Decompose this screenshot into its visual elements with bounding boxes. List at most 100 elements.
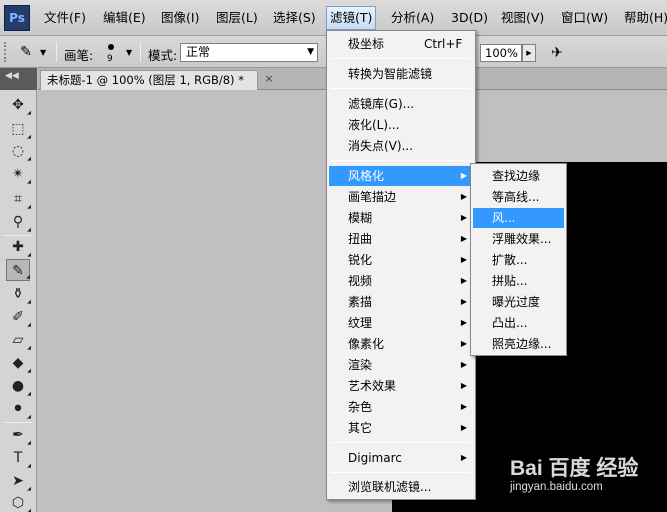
chevron-down-icon: ▼ xyxy=(307,47,314,57)
menu-item-convert-smart-filter[interactable]: 转换为智能滤镜 xyxy=(329,64,473,84)
menu-help[interactable]: 帮助(H) xyxy=(621,7,667,29)
menu-item-label: Digimarc xyxy=(348,451,402,465)
submenu-arrow-icon: ▶ xyxy=(460,360,467,369)
menu-item-other[interactable]: 其它 ▶ xyxy=(329,418,473,438)
pen-tool-icon[interactable]: ✒ ◢ xyxy=(6,424,31,446)
menu-analysis[interactable]: 分析(A) xyxy=(388,7,437,29)
menu-item-brush-strokes[interactable]: 画笔描边 ▶ xyxy=(329,187,473,207)
menu-item-label: 其它 xyxy=(348,421,373,435)
menu-select[interactable]: 选择(S) xyxy=(270,7,319,29)
submenu-arrow-icon: ▶ xyxy=(460,339,467,348)
menu-divider xyxy=(331,88,471,89)
submenu-arrow-icon: ▶ xyxy=(460,423,467,432)
tool-preset-arrow-icon[interactable]: ▼ xyxy=(40,48,46,57)
menu-item-digimarc[interactable]: Digimarc ▶ xyxy=(329,448,473,468)
eraser-tool-icon[interactable]: ▱ ◢ xyxy=(6,329,31,351)
brush-tool-icon[interactable]: ✎ ◢ xyxy=(6,259,30,281)
menu-item-blur[interactable]: 模糊 ▶ xyxy=(329,208,473,228)
submenu-arrow-icon: ▶ xyxy=(460,255,467,264)
stylize-submenu: 查找边缘 等高线... 风... 浮雕效果... 扩散... 拼贴... 曝光过… xyxy=(470,163,567,356)
menu-item-texture[interactable]: 纹理 ▶ xyxy=(329,313,473,333)
menu-item-label: 杂色 xyxy=(348,400,373,414)
magic-wand-tool-icon[interactable]: ✴ ◢ xyxy=(6,163,31,185)
menu-edit[interactable]: 编辑(E) xyxy=(100,7,149,29)
menu-item-distort[interactable]: 扭曲 ▶ xyxy=(329,229,473,249)
menu-item-label: 扭曲 xyxy=(348,232,373,246)
shape-tool-icon[interactable]: ⬡ ◢ xyxy=(6,492,31,512)
menu-item-label: 风格化 xyxy=(348,169,385,183)
lasso-tool-icon[interactable]: ◌ ◢ xyxy=(6,140,31,162)
brush-preview-icon[interactable] xyxy=(108,44,114,50)
mode-label: 模式: xyxy=(148,48,178,63)
menu-item-label: 素描 xyxy=(348,295,373,309)
menu-item-sharpen[interactable]: 锐化 ▶ xyxy=(329,250,473,270)
submenu-arrow-icon: ▶ xyxy=(460,192,467,201)
menu-image[interactable]: 图像(I) xyxy=(158,7,202,29)
submenu-arrow-icon: ▶ xyxy=(460,453,467,462)
menu-3d[interactable]: 3D(D) xyxy=(448,7,491,29)
path-selection-tool-icon[interactable]: ➤ ◢ xyxy=(6,470,31,492)
history-brush-tool-icon[interactable]: ✐ ◢ xyxy=(6,306,31,328)
tools-header[interactable]: ◀◀ xyxy=(0,68,37,90)
menu-item-label: 极坐标 xyxy=(348,37,385,51)
submenu-arrow-icon: ▶ xyxy=(460,297,467,306)
menu-window[interactable]: 窗口(W) xyxy=(558,7,611,29)
menu-divider xyxy=(331,58,471,59)
menu-item-filter-gallery[interactable]: 滤镜库(G)... xyxy=(329,94,473,114)
submenu-item-trace-contour[interactable]: 等高线... xyxy=(473,187,564,207)
submenu-item-solarize[interactable]: 曝光过度 xyxy=(473,292,564,312)
airbrush-icon[interactable]: ✈ xyxy=(546,42,568,64)
close-icon[interactable]: × xyxy=(262,72,276,86)
filter-menu: 极坐标 Ctrl+F 转换为智能滤镜 滤镜库(G)... 液化(L)... 消失… xyxy=(326,30,476,500)
flow-slider-button[interactable]: ▶ xyxy=(522,44,536,62)
menu-item-label: 艺术效果 xyxy=(348,379,397,393)
menu-filter[interactable]: 滤镜(T) xyxy=(326,6,377,30)
mode-select[interactable]: 正常 ▼ xyxy=(180,43,318,62)
dodge-tool-icon[interactable]: ⚫ ◢ xyxy=(6,398,31,420)
menu-item-vanishing-point[interactable]: 消失点(V)... xyxy=(329,136,473,156)
submenu-item-wind[interactable]: 风... xyxy=(473,208,564,228)
menu-item-stylize[interactable]: 风格化 ▶ xyxy=(329,166,473,186)
document-tab[interactable]: 未标题-1 @ 100% (图层 1, RGB/8) * xyxy=(40,70,258,90)
submenu-item-emboss[interactable]: 浮雕效果... xyxy=(473,229,564,249)
healing-brush-tool-icon[interactable]: ✚ ◢ xyxy=(6,236,31,258)
options-grip[interactable] xyxy=(4,42,8,62)
submenu-item-extrude[interactable]: 凸出... xyxy=(473,313,564,333)
flow-field[interactable]: 100% xyxy=(480,44,522,62)
menu-item-sketch[interactable]: 素描 ▶ xyxy=(329,292,473,312)
menu-divider xyxy=(331,160,471,161)
menu-item-render[interactable]: 渲染 ▶ xyxy=(329,355,473,375)
crop-tool-icon[interactable]: ⌗ ◢ xyxy=(6,188,31,210)
menu-item-noise[interactable]: 杂色 ▶ xyxy=(329,397,473,417)
menu-item-browse-filters-online[interactable]: 浏览联机滤镜... xyxy=(329,477,473,497)
photoshop-logo: Ps xyxy=(4,5,30,31)
options-divider xyxy=(140,42,141,62)
menu-item-pixelate[interactable]: 像素化 ▶ xyxy=(329,334,473,354)
submenu-item-tiles[interactable]: 拼贴... xyxy=(473,271,564,291)
submenu-arrow-icon: ▶ xyxy=(460,318,467,327)
move-tool-icon[interactable]: ✥ ◢ xyxy=(6,94,31,116)
menu-item-liquify[interactable]: 液化(L)... xyxy=(329,115,473,135)
brush-tool-icon[interactable]: ✎ xyxy=(16,42,36,62)
submenu-item-glowing-edges[interactable]: 照亮边缘... xyxy=(473,334,564,354)
menu-divider xyxy=(331,442,471,443)
collapse-arrows-icon[interactable]: ◀◀ xyxy=(5,71,19,81)
menu-item-last-filter[interactable]: 极坐标 Ctrl+F xyxy=(329,34,473,54)
menu-item-video[interactable]: 视频 ▶ xyxy=(329,271,473,291)
menu-file[interactable]: 文件(F) xyxy=(41,7,89,29)
submenu-item-find-edges[interactable]: 查找边缘 xyxy=(473,166,564,186)
brush-label: 画笔: xyxy=(64,48,94,63)
menu-layer[interactable]: 图层(L) xyxy=(213,7,261,29)
blur-tool-icon[interactable]: ● ◢ xyxy=(6,375,31,397)
menu-item-artistic[interactable]: 艺术效果 ▶ xyxy=(329,376,473,396)
brush-picker-arrow-icon[interactable]: ▼ xyxy=(126,48,132,57)
paint-bucket-tool-icon[interactable]: ◆ ◢ xyxy=(6,352,31,374)
clone-stamp-tool-icon[interactable]: ⚱ ◢ xyxy=(6,283,31,305)
menu-view[interactable]: 视图(V) xyxy=(498,7,547,29)
type-tool-icon[interactable]: T ◢ xyxy=(6,447,31,469)
mode-value: 正常 xyxy=(186,45,211,59)
menu-item-label: 渲染 xyxy=(348,358,373,372)
submenu-item-diffuse[interactable]: 扩散... xyxy=(473,250,564,270)
eyedropper-tool-icon[interactable]: ⚲ ◢ xyxy=(6,211,31,233)
marquee-tool-icon[interactable]: ⬚ ◢ xyxy=(6,118,31,140)
